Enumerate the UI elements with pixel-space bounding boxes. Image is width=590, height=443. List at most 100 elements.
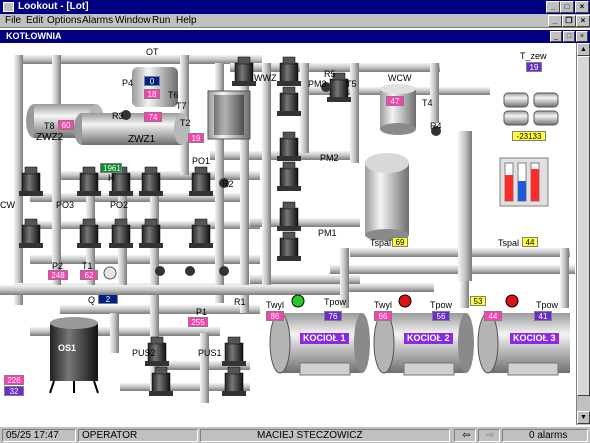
scroll-thumb[interactable] [577, 56, 590, 396]
value-t8: 60 [58, 120, 74, 130]
value-twyl-2: 66 [374, 311, 392, 321]
panel-title-bar: KOTŁOWNIA _ □ × [0, 30, 590, 43]
label-t-zew: T_zew [520, 51, 547, 61]
value-t2: 19 [188, 133, 204, 143]
label-ot: OT [146, 47, 159, 57]
value-tpow-1: 76 [324, 311, 342, 321]
piping-drawing [0, 55, 575, 403]
boiler-2-shape [373, 312, 474, 376]
label-r3: R3 [112, 111, 124, 121]
label-r1: R1 [234, 297, 246, 307]
menu-window[interactable]: Window [115, 15, 151, 26]
label-t2: T2 [180, 118, 191, 128]
status-user: MACIEJ STECZOWICZ [200, 429, 450, 442]
menu-edit[interactable]: Edit [26, 15, 43, 26]
label-tspal-1: Tspal [370, 238, 392, 248]
value-t-zew: 19 [526, 62, 542, 72]
label-po3: PO3 [56, 200, 75, 210]
label-kociol-3[interactable]: KOCIOŁ 3 [510, 333, 559, 344]
label-t8: T8 [44, 121, 55, 131]
value-1961: 1961 [100, 163, 122, 173]
panel-close-icon[interactable]: × [576, 31, 588, 42]
scroll-down-icon[interactable]: ▼ [577, 411, 590, 424]
panel-minimize-icon[interactable]: _ [550, 31, 562, 42]
status-datetime: 05/25 17:47 [2, 429, 76, 442]
close-icon[interactable]: × [575, 1, 589, 13]
label-pm3: PM3 [308, 79, 327, 89]
value-p2: 248 [48, 270, 68, 280]
vertical-scrollbar[interactable]: ▲ ▼ [576, 43, 590, 425]
label-os1: OS1 [58, 343, 77, 353]
label-kociol-2[interactable]: KOCIOŁ 2 [404, 333, 453, 344]
label-p1: P1 [196, 307, 208, 317]
value-tspal-1: 69 [392, 237, 408, 247]
value-t5: 47 [386, 96, 404, 106]
process-diagram: OT T_zew 19 P4 0 T6 18 T7 74 T8 60 R3 T2… [0, 43, 576, 425]
label-tspal-2: Tspal [498, 238, 520, 248]
status-bar: 05/25 17:47 OPERATOR MACIEJ STECZOWICZ ⇦… [0, 426, 590, 443]
scroll-up-icon[interactable]: ▲ [577, 43, 590, 56]
status-alarms[interactable]: 0 alarms [502, 429, 588, 442]
panel-title: KOTŁOWNIA [6, 31, 62, 41]
label-po1: PO1 [192, 156, 211, 166]
value-left-b: 32 [4, 386, 24, 396]
label-zwz1: ZWZ1 [128, 134, 156, 145]
label-pus2: PUS2 [132, 348, 156, 358]
maximize-icon[interactable]: □ [560, 1, 574, 13]
app-title-bar: Lookout - [Lot] _ □ × [0, 0, 590, 14]
label-pm2: PM2 [320, 153, 339, 163]
label-q: Q [88, 295, 96, 305]
panel-maximize-icon[interactable]: □ [563, 31, 575, 42]
forward-arrow-icon[interactable]: ⇨ [478, 429, 500, 442]
label-twyl-1: Twyl [266, 300, 284, 310]
label-t5: T5 [346, 79, 357, 89]
menu-bar: File Edit Options Alarms Window Run Help… [0, 14, 590, 28]
value-p4: 0 [144, 76, 160, 86]
label-pm1: PM1 [318, 228, 337, 238]
label-cw: CW [0, 200, 15, 210]
status-role: OPERATOR [78, 429, 198, 442]
menu-run[interactable]: Run [152, 15, 170, 26]
menu-file[interactable]: File [5, 15, 21, 26]
label-tpow-2: Tpow [430, 300, 453, 310]
minimize-icon[interactable]: _ [546, 1, 560, 13]
menu-alarms[interactable]: Alarms [82, 15, 113, 26]
value-p1: 255 [188, 317, 208, 327]
label-kociol-1[interactable]: KOCIOŁ 1 [300, 333, 349, 344]
value-left-a: 226 [4, 375, 24, 385]
label-tpow-3: Tpow [536, 300, 559, 310]
back-arrow-icon[interactable]: ⇦ [454, 429, 476, 442]
child-close-icon[interactable]: × [576, 15, 590, 27]
label-po2: PO2 [110, 200, 129, 210]
label-t6: T6 [168, 90, 179, 100]
value-boiler-3-b: 44 [484, 311, 502, 321]
label-t4: T4 [422, 98, 433, 108]
label-twyl-2: Twyl [374, 300, 392, 310]
label-r5: R5 [324, 69, 336, 79]
child-minimize-icon[interactable]: _ [548, 15, 562, 27]
boiler-1-shape [269, 312, 370, 376]
label-zwz2: ZWZ2 [36, 132, 64, 143]
value-boiler-3-a: 53 [470, 296, 486, 306]
value-t6: 18 [144, 89, 160, 99]
label-p4: P4 [122, 78, 134, 88]
label-wwz: WWZ [254, 73, 277, 83]
label-pus1: PUS1 [198, 348, 222, 358]
boiler-3-shape [477, 312, 570, 376]
menu-help[interactable]: Help [176, 15, 197, 26]
menu-options[interactable]: Options [47, 15, 81, 26]
value-q: 2 [98, 294, 118, 304]
value-tspal-2: 44 [522, 237, 538, 247]
value-twyl-1: 86 [266, 311, 284, 321]
value-t7: 74 [144, 112, 162, 122]
label-t7: T7 [176, 101, 187, 111]
app-icon[interactable] [3, 2, 14, 12]
label-tpow-1: Tpow [324, 297, 347, 307]
label-r4: R4 [430, 121, 442, 131]
label-r2: R2 [222, 179, 234, 189]
value-tpow-2: 56 [432, 311, 450, 321]
value-counter: -23133 [512, 131, 546, 141]
value-t1: 62 [80, 270, 98, 280]
child-restore-icon[interactable]: ❐ [562, 15, 576, 27]
value-tpow-3: 41 [534, 311, 552, 321]
